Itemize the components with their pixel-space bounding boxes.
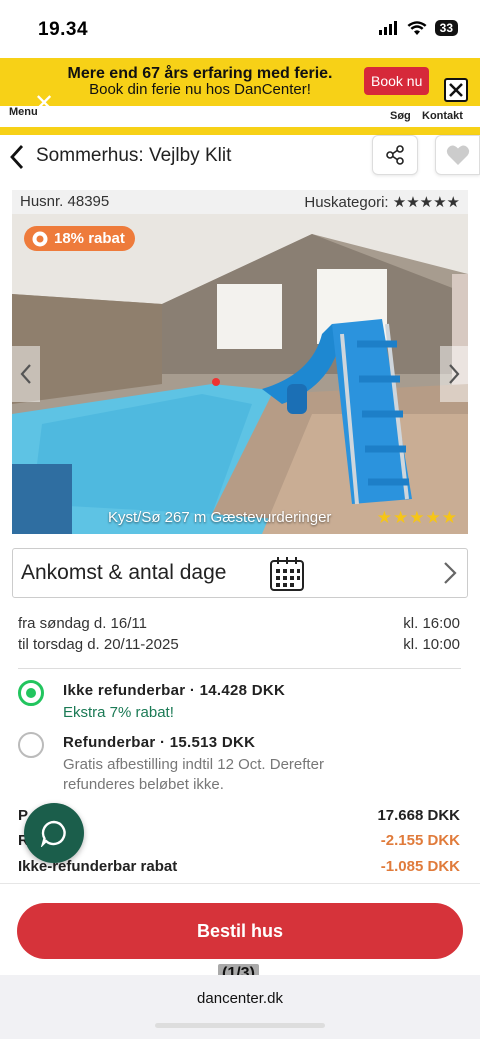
signal-icon [378, 21, 397, 35]
house-info-bar: Husnr. 48395 Huskategori: ★★★★★ [12, 190, 468, 214]
option-subtitle: Ekstra 7% rabat! [63, 704, 174, 721]
discount-badge: 18% rabat [24, 226, 135, 251]
option-title: Ikke refunderbar · 14.428 DKK [63, 682, 286, 699]
close-icon [449, 83, 463, 97]
non-refundable-discount-amount: -1.085 DKK [380, 858, 460, 875]
share-icon [386, 145, 404, 165]
photo-caption: Kyst/Sø 267 m Gæstevurderinger [108, 509, 332, 526]
page-header: Sommerhus: Vejlby Klit [0, 135, 480, 179]
date-from: fra søndag d. 16/11 [18, 615, 147, 632]
divider [18, 668, 461, 669]
status-time: 19.34 [38, 19, 89, 40]
page-title: Sommerhus: Vejlby Klit [36, 145, 232, 166]
browser-address-bar[interactable]: dancenter.dk [0, 975, 480, 1039]
status-icons: 33 [378, 20, 458, 36]
nav-menu[interactable]: Menu [9, 106, 38, 118]
option-title: Refunderbar · 15.513 DKK [63, 734, 256, 751]
date-to-row: til torsdag d. 20/11-2025 kl. 10:00 [18, 634, 462, 655]
non-refundable-discount-row: Ikke-refunderbar rabat -1.085 DKK [18, 858, 462, 878]
discount-label: 18% rabat [54, 230, 125, 247]
discount-icon [32, 231, 48, 246]
arrival-selector[interactable]: Ankomst & antal dage [12, 548, 468, 598]
book-now-button[interactable]: Book nu [364, 67, 430, 95]
pool-photo [12, 214, 468, 534]
wifi-icon [407, 20, 427, 35]
chevron-right-icon [449, 364, 460, 384]
checkin-time: kl. 16:00 [403, 615, 460, 632]
guest-rating-stars: ★★★★★ [376, 508, 458, 527]
stay-dates: fra søndag d. 16/11 kl. 16:00 til torsda… [18, 613, 462, 655]
nav-search[interactable]: Søg [390, 110, 411, 122]
nav-contact[interactable]: Kontakt [422, 110, 463, 122]
favorite-button[interactable] [435, 135, 480, 175]
banner-close-button[interactable] [444, 78, 468, 102]
share-button[interactable] [372, 135, 418, 175]
radio-unselected[interactable] [18, 732, 44, 758]
home-indicator [155, 1023, 325, 1028]
option-refundable[interactable]: Refunderbar · 15.513 DKK Gratis afbestil… [18, 730, 462, 794]
banner-subline: Book din ferie nu hos DanCenter! [89, 81, 311, 98]
chevron-left-icon [20, 364, 31, 384]
discount-amount: -2.155 DKK [380, 832, 460, 849]
site-nav: ✕ Menu Søg Kontakt [0, 92, 480, 128]
back-icon[interactable] [9, 144, 25, 170]
chevron-right-icon [444, 562, 457, 584]
house-photo[interactable]: 18% rabat Kyst/Sø 267 m Gæstevurderinger… [12, 214, 468, 534]
chat-icon [40, 820, 66, 847]
house-category: Huskategori: ★★★★★ [304, 194, 460, 211]
gallery-prev-button[interactable] [12, 346, 40, 402]
checkout-time: kl. 10:00 [403, 636, 460, 653]
arrival-label: Ankomst & antal dage [21, 561, 227, 584]
promo-banner: Mere end 67 års erfaring med ferie. Book… [0, 58, 480, 106]
discount-row: R -2.155 DKK [18, 832, 462, 852]
radio-selected[interactable] [18, 680, 44, 706]
nav-divider [0, 127, 480, 135]
price-row: P 17.668 DKK [18, 807, 462, 827]
battery-icon: 33 [434, 20, 458, 36]
heart-icon [446, 145, 469, 165]
price-amount: 17.668 DKK [377, 807, 460, 824]
date-from-row: fra søndag d. 16/11 kl. 16:00 [18, 613, 462, 634]
option-subtitle: Gratis afbestilling indtil 12 Oct. Deref… [63, 756, 324, 793]
banner-headline: Mere end 67 års erfaring med ferie. [67, 65, 333, 82]
gallery-next-button[interactable] [440, 346, 468, 402]
chat-button[interactable] [24, 803, 84, 863]
book-house-button[interactable]: Bestil hus [17, 903, 463, 959]
option-non-refundable[interactable]: Ikke refunderbar · 14.428 DKK Ekstra 7% … [18, 678, 462, 722]
banner-text: Mere end 67 års erfaring med ferie. Book… [40, 66, 360, 98]
house-number: Husnr. 48395 [20, 193, 110, 210]
bottom-panel: Bestil hus (1/3) [0, 883, 480, 984]
status-bar: 19.34 33 [0, 0, 480, 58]
domain-label: dancenter.dk [197, 990, 283, 1007]
calendar-icon [270, 557, 304, 591]
date-to: til torsdag d. 20/11-2025 [18, 636, 179, 653]
